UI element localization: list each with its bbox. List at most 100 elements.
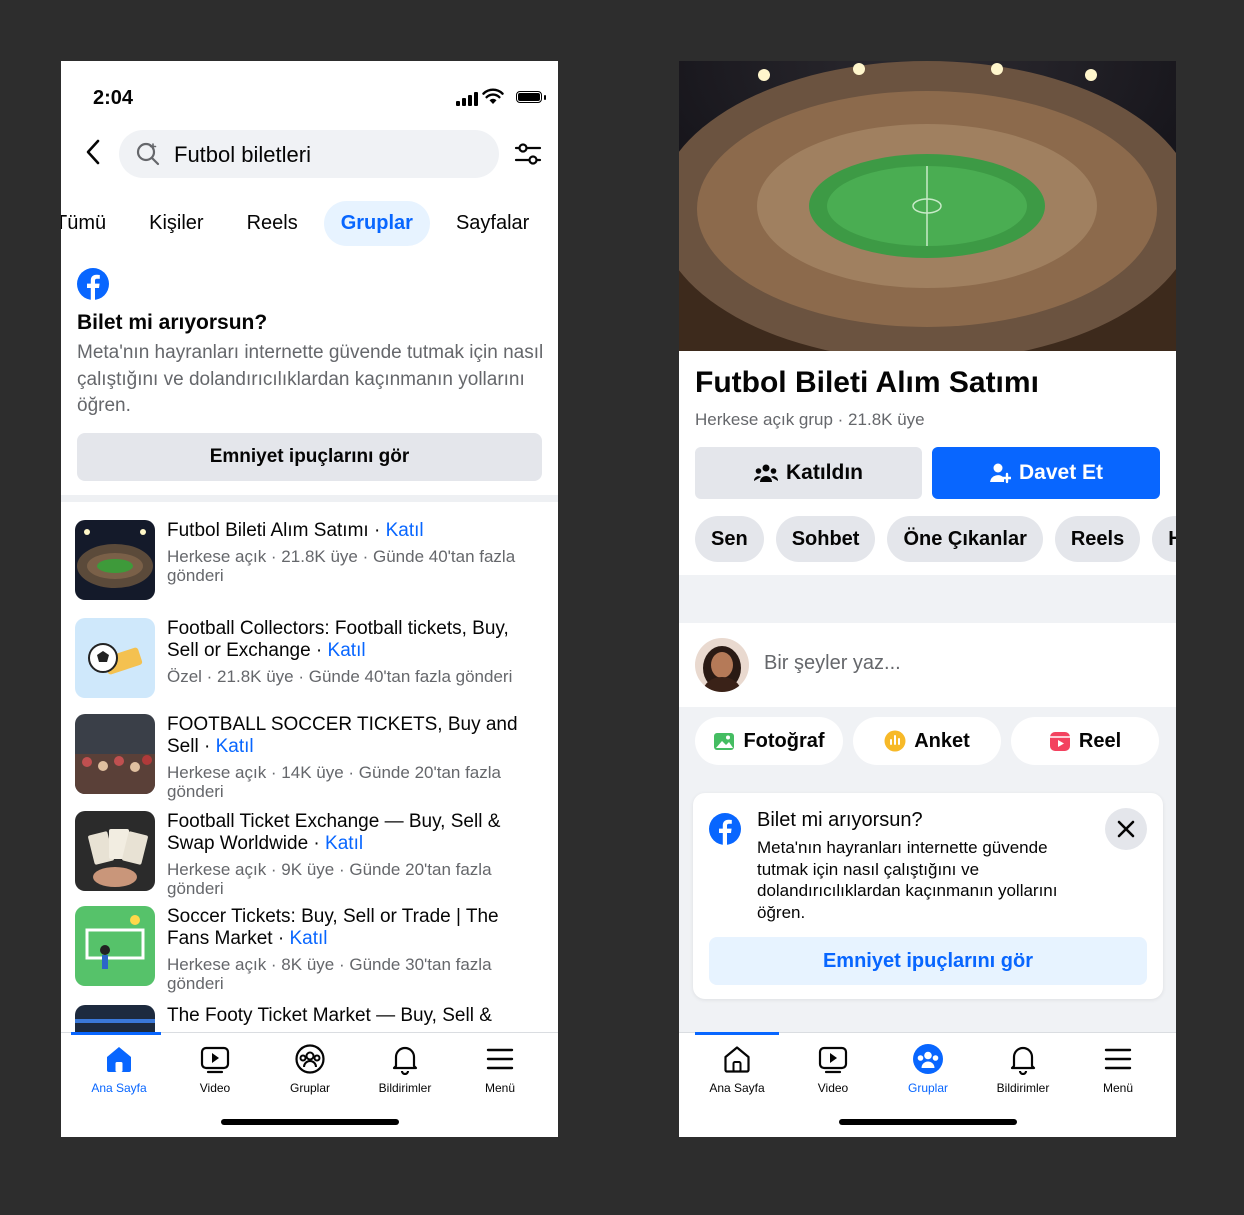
- search-icon: [136, 142, 160, 166]
- facebook-logo-icon: [77, 268, 109, 300]
- status-time: 2:04: [93, 87, 134, 109]
- composer-placeholder: Bir şeyler yaz...: [764, 652, 901, 674]
- home-indicator: [839, 1119, 1017, 1125]
- group-name: The Footy Ticket Market — Buy, Sell &: [167, 1005, 492, 1026]
- nav-groups[interactable]: Gruplar: [880, 1043, 976, 1095]
- nav-notifications[interactable]: Bildirimler: [357, 1043, 453, 1095]
- notice-body: Meta'nın hayranları internette güvende t…: [77, 342, 544, 416]
- tab-people[interactable]: Kişiler: [132, 201, 220, 246]
- tab-reels[interactable]: Reels: [230, 201, 315, 246]
- reel-label: Reel: [1078, 729, 1122, 752]
- nav-label: Video: [199, 1081, 231, 1095]
- home-icon: [724, 1046, 750, 1073]
- group-members-icon: [754, 464, 778, 482]
- group-meta: Herkese açık grup · 21.8K üye: [695, 410, 925, 429]
- filter-icon[interactable]: [514, 141, 542, 167]
- nav-menu[interactable]: Menü: [1070, 1043, 1166, 1095]
- add-person-icon: [989, 463, 1011, 484]
- back-arrow-icon[interactable]: [79, 137, 109, 167]
- reel-icon: [1049, 732, 1070, 751]
- join-link[interactable]: Katıl: [216, 736, 254, 757]
- group-thumbnail: [75, 811, 155, 891]
- battery-icon: [516, 91, 546, 103]
- group-thumbnail: [75, 520, 155, 600]
- chip-reels[interactable]: Reels: [1054, 516, 1141, 562]
- joined-button[interactable]: Katıldın: [695, 447, 922, 499]
- chip-featured[interactable]: Öne Çıkanlar: [887, 516, 1043, 562]
- photo-label: Fotoğraf: [743, 729, 825, 752]
- nav-label: Ana Sayfa: [91, 1081, 147, 1095]
- wifi-icon: [482, 88, 504, 104]
- close-button[interactable]: [1105, 808, 1147, 850]
- group-meta: Herkese açık · 14K üye · Günde 20'tan fa…: [167, 763, 501, 801]
- nav-label: Menü: [1102, 1081, 1134, 1095]
- photo-icon: [714, 733, 735, 750]
- group-name: Futbol Bileti Alım Satımı: [167, 520, 369, 541]
- composer-actions: Fotoğraf Anket Reel: [679, 707, 1176, 777]
- filter-tabs: Tümü Kişiler Reels Gruplar Sayfalar: [61, 200, 555, 246]
- safety-tips-button[interactable]: Emniyet ipuçlarını gör: [77, 433, 542, 481]
- bottom-nav: Ana Sayfa Video Gruplar Bildirimler Menü: [61, 1032, 558, 1137]
- group-page-screen: Futbol Bileti Alım Satımı Herkese açık g…: [679, 61, 1176, 1137]
- tab-pages[interactable]: Sayfalar: [439, 201, 546, 246]
- safety-tips-button[interactable]: Emniyet ipuçlarını gör: [709, 937, 1147, 985]
- poll-button[interactable]: Anket: [853, 717, 1001, 765]
- nav-home[interactable]: Ana Sayfa: [689, 1043, 785, 1095]
- join-link[interactable]: Katıl: [386, 520, 424, 541]
- notice-title: Bilet mi arıyorsun?: [77, 311, 268, 334]
- join-link[interactable]: Katıl: [325, 833, 363, 854]
- search-query: Futbol biletleri: [174, 142, 311, 167]
- nav-notifications[interactable]: Bildirimler: [975, 1043, 1071, 1095]
- group-name: Soccer Tickets: Buy, Sell or Trade | The…: [167, 906, 499, 949]
- group-cover-image: [679, 61, 1176, 351]
- scroll-indicator: [695, 1032, 779, 1035]
- reel-button[interactable]: Reel: [1011, 717, 1159, 765]
- joined-label: Katıldın: [786, 461, 863, 484]
- tab-all[interactable]: Tümü: [61, 201, 123, 246]
- video-icon: [818, 1046, 848, 1074]
- notice-title: Bilet mi arıyorsun?: [757, 809, 923, 831]
- invite-button[interactable]: Davet Et: [932, 447, 1160, 499]
- group-meta: Herkese açık · 8K üye · Günde 30'tan faz…: [167, 955, 492, 993]
- groups-icon: [913, 1044, 943, 1074]
- nav-label: Video: [817, 1081, 849, 1095]
- photo-button[interactable]: Fotoğraf: [695, 717, 843, 765]
- home-indicator: [221, 1119, 399, 1125]
- facebook-logo-icon: [709, 813, 741, 845]
- nav-label: Menü: [484, 1081, 516, 1095]
- bell-icon: [1010, 1046, 1036, 1075]
- nav-label: Ana Sayfa: [709, 1081, 765, 1095]
- section-divider: [679, 575, 1176, 623]
- tab-groups[interactable]: Gruplar: [323, 200, 430, 246]
- cellular-signal-icon: [456, 92, 478, 106]
- nav-label: Bildirimler: [378, 1081, 432, 1095]
- poll-icon: [884, 730, 906, 752]
- active-tab-indicator: [71, 1032, 161, 1035]
- group-meta: Herkese açık · 9K üye · Günde 20'tan faz…: [167, 860, 492, 898]
- chip-you[interactable]: Sen: [695, 516, 764, 562]
- bottom-nav: Ana Sayfa Video Gruplar Bildirimler Menü: [679, 1032, 1176, 1137]
- poll-label: Anket: [914, 729, 970, 752]
- chip-more[interactable]: H: [1152, 516, 1176, 562]
- video-icon: [200, 1046, 230, 1074]
- groups-icon: [295, 1044, 325, 1074]
- post-composer[interactable]: Bir şeyler yaz...: [679, 623, 1176, 707]
- status-bar: 2:04: [61, 61, 558, 121]
- chip-chat[interactable]: Sohbet: [775, 516, 876, 562]
- nav-video[interactable]: Video: [167, 1043, 263, 1095]
- group-thumbnail: [75, 618, 155, 698]
- group-title: Futbol Bileti Alım Satımı: [695, 366, 1039, 399]
- nav-menu[interactable]: Menü: [452, 1043, 548, 1095]
- group-tabs: Sen Sohbet Öne Çıkanlar Reels H: [695, 516, 1176, 562]
- join-link[interactable]: Katıl: [328, 640, 366, 661]
- safety-notice-card: Bilet mi arıyorsun? Meta'nın hayranları …: [693, 793, 1163, 999]
- avatar: [695, 638, 749, 692]
- nav-video[interactable]: Video: [785, 1043, 881, 1095]
- nav-label: Gruplar: [907, 1081, 948, 1095]
- nav-groups[interactable]: Gruplar: [262, 1043, 358, 1095]
- section-divider: [61, 495, 558, 502]
- join-link[interactable]: Katıl: [289, 928, 327, 949]
- search-input[interactable]: Futbol biletleri: [119, 130, 499, 178]
- group-meta: Herkese açık · 21.8K üye · Günde 40'tan …: [167, 547, 516, 585]
- nav-home[interactable]: Ana Sayfa: [71, 1043, 167, 1095]
